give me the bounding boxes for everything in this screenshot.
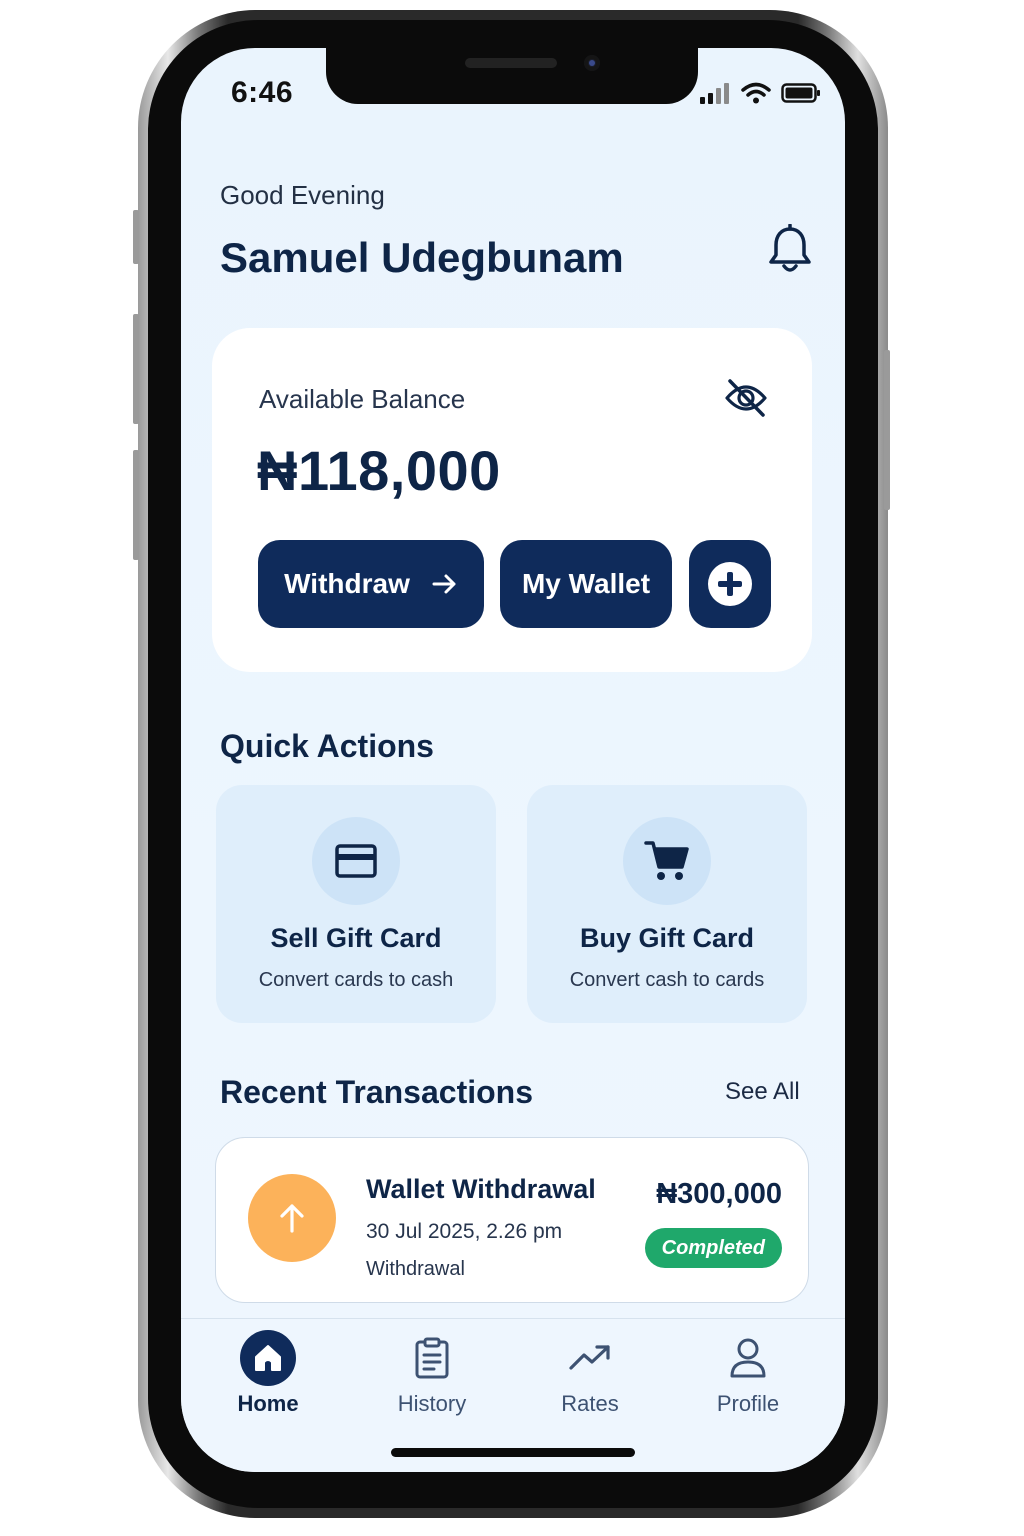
user-icon <box>730 1338 766 1378</box>
front-camera <box>584 55 600 71</box>
credit-card-icon-badge <box>312 817 400 905</box>
power-button <box>884 350 890 510</box>
arrow-up-icon <box>280 1204 304 1233</box>
trending-up-icon <box>569 1345 610 1370</box>
home-icon <box>255 1345 281 1371</box>
battery-icon <box>781 83 820 103</box>
transaction-date: 30 Jul 2025, 2.26 pm <box>366 1220 563 1243</box>
quick-action-title: Sell Gift Card <box>270 923 442 953</box>
status-time: 6:46 <box>231 76 294 109</box>
side-button <box>133 210 139 264</box>
shopping-cart-icon <box>644 841 689 880</box>
user-name: Samuel Udegbunam <box>220 234 624 281</box>
signal-icon <box>700 83 729 104</box>
my-wallet-label: My Wallet <box>521 568 651 599</box>
sell-gift-card-action[interactable]: Sell Gift Card Convert cards to cash <box>216 785 496 1023</box>
tab-rates[interactable]: Rates <box>530 1329 650 1417</box>
clipboard-icon <box>415 1337 449 1379</box>
status-badge: Completed <box>644 1228 782 1268</box>
plus-circle-icon <box>708 562 752 606</box>
tab-label: Rates <box>561 1391 619 1416</box>
withdraw-button[interactable]: Withdraw <box>258 540 484 628</box>
volume-down-button <box>133 450 139 560</box>
my-wallet-button[interactable]: My Wallet <box>500 540 672 628</box>
quick-action-subtitle: Convert cash to cards <box>569 969 765 991</box>
quick-action-title: Buy Gift Card <box>579 923 754 953</box>
tab-profile[interactable]: Profile <box>688 1329 808 1417</box>
transaction-amount: ₦300,000 <box>656 1178 782 1210</box>
volume-up-button <box>133 314 139 424</box>
withdraw-label: Withdraw <box>284 568 410 599</box>
transaction-item[interactable]: Wallet Withdrawal 30 Jul 2025, 2.26 pm W… <box>215 1137 809 1303</box>
tab-history[interactable]: History <box>372 1329 492 1417</box>
tab-home[interactable]: Home <box>208 1329 328 1417</box>
recent-transactions-title: Recent Transactions <box>220 1074 533 1110</box>
status-icons <box>699 82 821 104</box>
transaction-title: Wallet Withdrawal <box>366 1174 596 1204</box>
arrow-right-icon <box>432 574 456 594</box>
add-funds-button[interactable] <box>689 540 771 628</box>
balance-amount: ₦118,000 <box>257 439 501 502</box>
buy-gift-card-action[interactable]: Buy Gift Card Convert cash to cards <box>527 785 807 1023</box>
balance-label: Available Balance <box>259 384 466 414</box>
credit-card-icon <box>335 844 377 878</box>
shopping-cart-icon-badge <box>623 817 711 905</box>
notch <box>326 48 698 104</box>
wifi-icon <box>741 82 771 104</box>
tab-label: Profile <box>716 1391 780 1416</box>
transaction-type: Withdrawal <box>366 1258 465 1280</box>
withdrawal-icon-badge <box>248 1174 336 1262</box>
quick-action-subtitle: Convert cards to cash <box>258 969 454 991</box>
balance-card: Available Balance ₦118,000 Withdraw My W… <box>212 328 812 672</box>
speaker <box>465 58 557 68</box>
bell-icon[interactable] <box>767 224 813 274</box>
quick-actions-title: Quick Actions <box>220 728 434 764</box>
home-icon-badge <box>240 1330 296 1386</box>
see-all-link[interactable]: See All <box>725 1078 800 1106</box>
tab-label: Home <box>237 1391 299 1416</box>
tab-label: History <box>397 1391 467 1416</box>
eye-off-icon[interactable] <box>724 378 768 418</box>
app-screen: 6:46 Good Evening Samuel Udegbunam Avail… <box>181 48 845 1472</box>
home-indicator <box>391 1448 635 1457</box>
greeting-text: Good Evening <box>220 180 385 210</box>
